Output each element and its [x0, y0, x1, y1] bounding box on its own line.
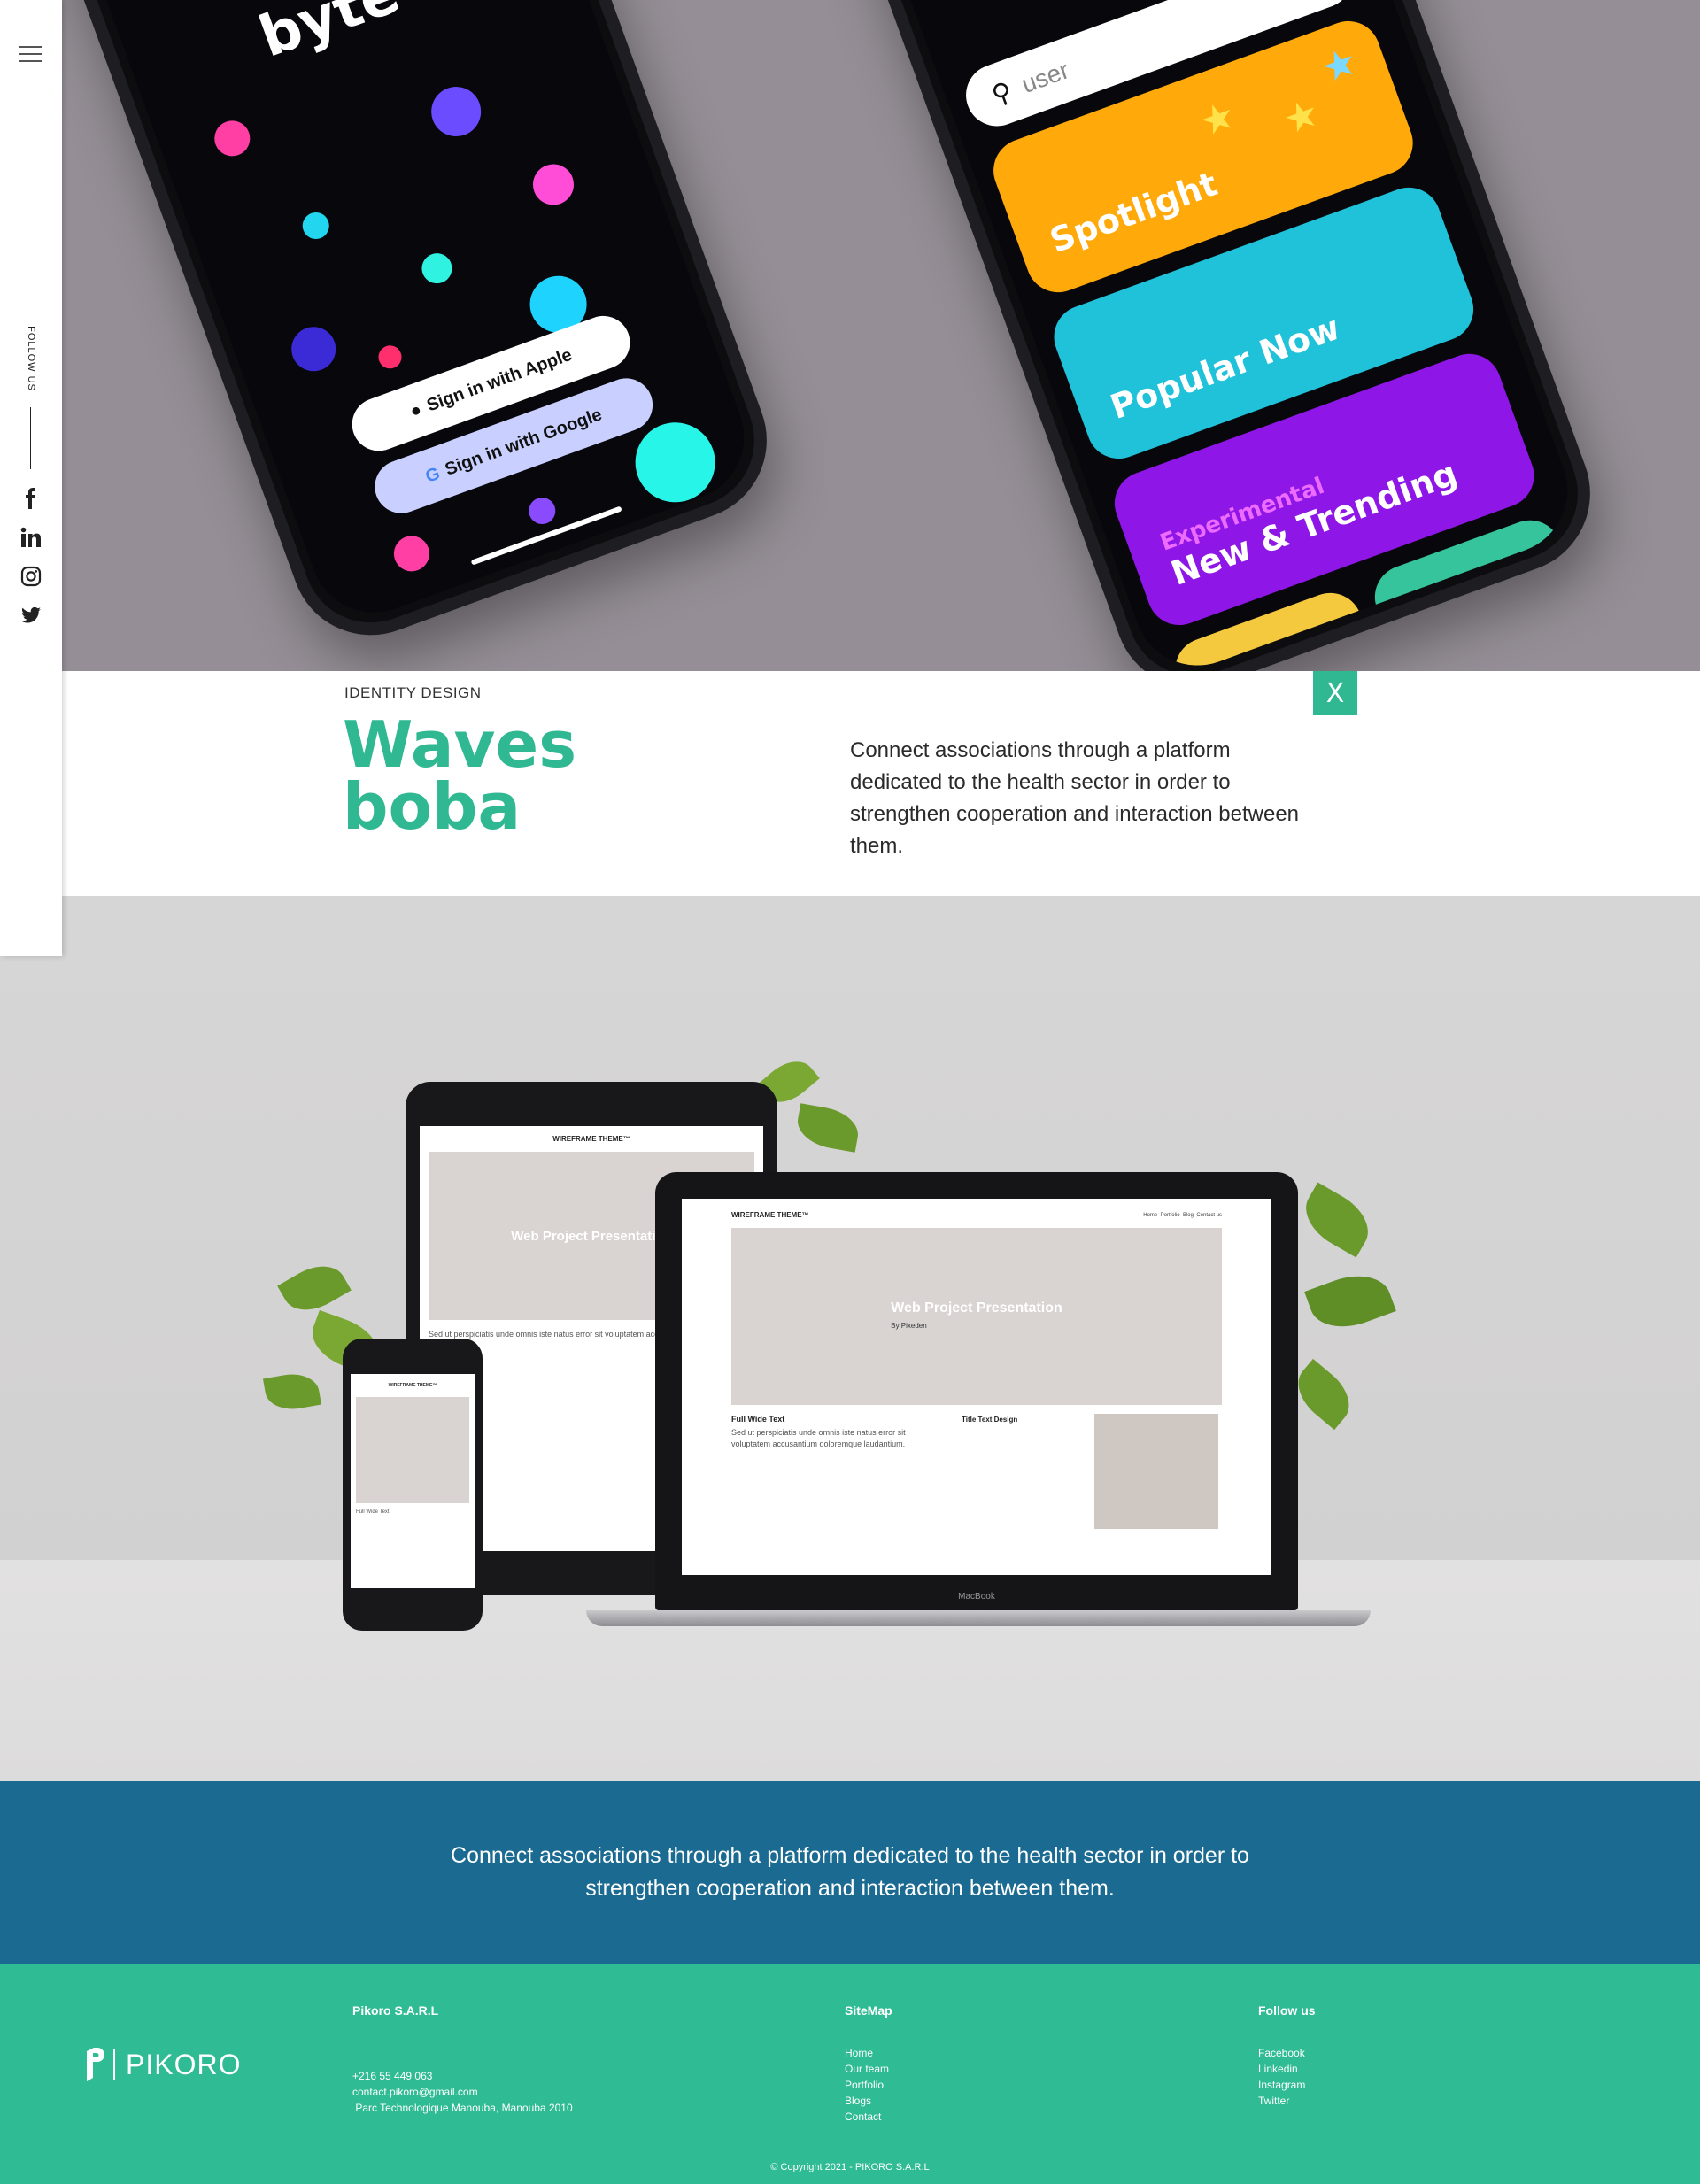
follow-link-twitter[interactable]: Twitter — [1258, 2093, 1305, 2109]
popular-now-label: Popular Now — [1105, 307, 1345, 428]
phone-screen: ⚲ user ★ ★ ★ Spotlight Popular Now Exper… — [840, 0, 1586, 671]
search-placeholder: user — [1017, 56, 1073, 98]
copyright: © Copyright 2021 - PIKORO S.A.R.L — [770, 2162, 930, 2172]
site-hero-title: Web Project Presentation — [511, 1228, 672, 1244]
project-description: Connect associations through a platform … — [850, 738, 1300, 858]
site-hero: Web Project Presentation By Pixeden — [731, 1228, 1222, 1405]
sitemap-title: SiteMap — [845, 2003, 892, 2018]
star-icon: ★ — [1315, 38, 1364, 93]
divider — [30, 407, 31, 469]
logo-divider — [113, 2049, 115, 2080]
sitemap-link-our-team[interactable]: Our team — [845, 2061, 889, 2077]
follow-link-facebook[interactable]: Facebook — [1258, 2045, 1305, 2061]
sitemap-link-contact[interactable]: Contact — [845, 2109, 889, 2125]
star-icon: ★ — [1277, 89, 1326, 144]
twitter-icon[interactable] — [18, 602, 44, 629]
site-hero-title: Web Project Presentation — [891, 1300, 1062, 1316]
phone-screen: byte ● Sign in with Apple G Sign in with… — [62, 0, 762, 630]
follow-title: Follow us — [1258, 2003, 1316, 2018]
company-phone: +216 55 449 063 — [352, 2070, 433, 2082]
logo-text: PIKORO — [126, 2048, 242, 2080]
pikoro-logo-icon — [87, 2048, 104, 2081]
laptop-base — [586, 1610, 1371, 1626]
google-icon: G — [422, 463, 443, 487]
phone-mockup: WIREFRAME THEME™ Full Wide Text — [343, 1339, 483, 1631]
follow-link-linkedin[interactable]: Linkedin — [1258, 2061, 1305, 2077]
quote-band: Connect associations through a platform … — [0, 1781, 1700, 1964]
right-phone-mockup: ⚲ user ★ ★ ★ Spotlight Popular Now Exper… — [813, 0, 1613, 671]
sitemap-link-portfolio[interactable]: Portfolio — [845, 2077, 889, 2093]
facebook-icon[interactable] — [18, 485, 44, 512]
company-title: Pikoro S.A.R.L — [352, 2003, 439, 2018]
site-hero-byline: By Pixeden — [891, 1322, 927, 1330]
project-info: IDENTITY DESIGN Waves boba Connect assoc… — [62, 671, 1700, 896]
site-name: WIREFRAME THEME™ — [552, 1135, 630, 1143]
site-name: WIREFRAME THEME™ — [731, 1211, 809, 1219]
byte-logo: byte — [251, 0, 408, 71]
follow-links: Facebook Linkedin Instagram Twitter — [1258, 2045, 1305, 2109]
site-nav: Home Portfolio Blog Contact us — [1143, 1212, 1222, 1218]
laptop-screen: WIREFRAME THEME™ Home Portfolio Blog Con… — [682, 1199, 1271, 1575]
hero-image: byte ● Sign in with Apple G Sign in with… — [62, 0, 1700, 671]
company-address: Parc Technologique Manouba, Manouba 2010 — [352, 2102, 573, 2114]
sidebar: FOLLOW US — [0, 0, 62, 956]
laptop-brand-label: MacBook — [958, 1592, 995, 1601]
instagram-icon[interactable] — [18, 563, 44, 590]
project-title-line2: boba — [343, 769, 522, 844]
pikoro-logo[interactable]: PIKORO — [85, 2048, 241, 2081]
sitemap-links: Home Our team Portfolio Blogs Contact — [845, 2045, 889, 2125]
close-button[interactable]: X — [1313, 671, 1357, 715]
left-phone-mockup: byte ● Sign in with Apple G Sign in with… — [62, 0, 790, 658]
sitemap-link-blogs[interactable]: Blogs — [845, 2093, 889, 2109]
quote-text: Connect associations through a platform … — [451, 1843, 1249, 1901]
star-icon: ★ — [1193, 91, 1242, 147]
follow-link-instagram[interactable]: Instagram — [1258, 2077, 1305, 2093]
search-icon: ⚲ — [987, 76, 1016, 111]
laptop-mockup: WIREFRAME THEME™ Home Portfolio Blog Con… — [655, 1172, 1298, 1610]
site-section-text: Sed ut perspiciatis unde omnis iste natu… — [731, 1428, 906, 1448]
site-hero — [356, 1397, 469, 1503]
site-section-title: Full Wide Text — [356, 1509, 390, 1515]
company-contact: +216 55 449 063 contact.pikoro@gmail.com… — [352, 2068, 573, 2116]
site-name: WIREFRAME THEME™ — [388, 1383, 437, 1388]
apple-icon: ● — [407, 399, 424, 421]
spotlight-label: Spotlight — [1045, 164, 1223, 261]
devices-mockup-image: WIREFRAME THEME™ Web Project Presentatio… — [0, 896, 1700, 1781]
phone-screen: WIREFRAME THEME™ Full Wide Text — [351, 1374, 475, 1588]
site-side-title: Title Text Design — [962, 1416, 1018, 1424]
menu-icon[interactable] — [19, 46, 42, 64]
follow-us-label: FOLLOW US — [26, 326, 36, 391]
footer: PIKORO Pikoro S.A.R.L +216 55 449 063 co… — [0, 1964, 1700, 2184]
project-title: Waves boba — [343, 713, 576, 838]
site-section-title: Full Wide Text — [731, 1415, 785, 1424]
project-category: IDENTITY DESIGN — [344, 684, 482, 701]
company-email: contact.pikoro@gmail.com — [352, 2086, 478, 2098]
sitemap-link-home[interactable]: Home — [845, 2045, 889, 2061]
linkedin-icon[interactable] — [18, 524, 44, 551]
